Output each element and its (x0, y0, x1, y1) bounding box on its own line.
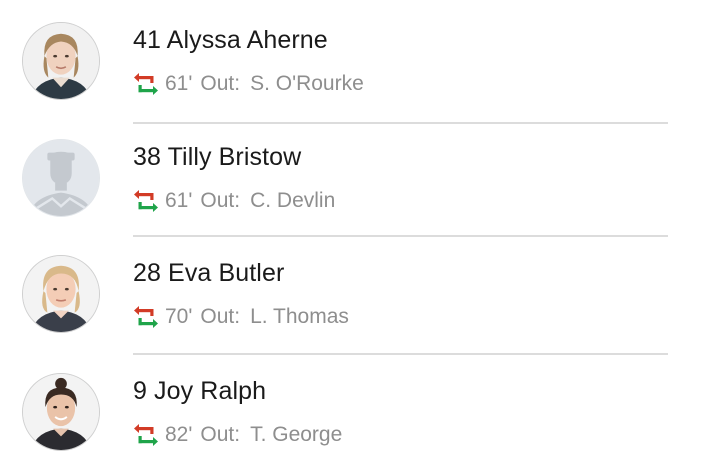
replaced-player-name: C. Devlin (250, 189, 336, 212)
substitutes-list: 41 Alyssa Aherne 61' Out: S. O'Rourke 38… (0, 0, 710, 468)
player-photo-icon (22, 373, 100, 451)
player-placeholder-icon (22, 139, 100, 217)
substitution-minute: 70' (165, 305, 193, 328)
player-row[interactable]: 41 Alyssa Aherne 61' Out: S. O'Rourke (0, 4, 710, 120)
replaced-player-name: L. Thomas (250, 305, 349, 328)
substitution-minute: 61' (165, 72, 193, 95)
player-photo-icon (22, 255, 100, 333)
row-divider (133, 235, 668, 237)
player-name: 41 Alyssa Aherne (133, 26, 328, 54)
row-divider (133, 353, 668, 355)
player-photo-icon (22, 22, 100, 100)
out-label: Out: (200, 423, 241, 446)
player-name: 9 Joy Ralph (133, 377, 267, 405)
substitution-swap-icon (134, 424, 158, 446)
row-divider (133, 122, 668, 124)
substitution-info: 70' Out: L. Thomas (133, 303, 349, 331)
substitution-info: 82' Out: T. George (133, 421, 342, 449)
player-row[interactable]: 28 Eva Butler 70' Out: L. Thomas (0, 237, 710, 353)
substitution-swap-icon (134, 190, 158, 212)
substitution-minute: 61' (165, 189, 193, 212)
substitution-swap-icon (134, 306, 158, 328)
player-name: 38 Tilly Bristow (133, 143, 302, 171)
player-row[interactable]: 9 Joy Ralph 82' Out: T. George (0, 355, 710, 468)
out-label: Out: (200, 189, 241, 212)
substitution-swap-icon (134, 73, 158, 95)
player-row[interactable]: 38 Tilly Bristow 61' Out: C. Devlin (0, 121, 710, 237)
replaced-player-name: T. George (250, 423, 343, 446)
substitution-minute: 82' (165, 423, 193, 446)
substitution-info: 61' Out: C. Devlin (133, 187, 335, 215)
out-label: Out: (200, 72, 241, 95)
player-name: 28 Eva Butler (133, 259, 285, 287)
substitution-info: 61' Out: S. O'Rourke (133, 70, 364, 98)
out-label: Out: (200, 305, 241, 328)
replaced-player-name: S. O'Rourke (250, 72, 364, 95)
